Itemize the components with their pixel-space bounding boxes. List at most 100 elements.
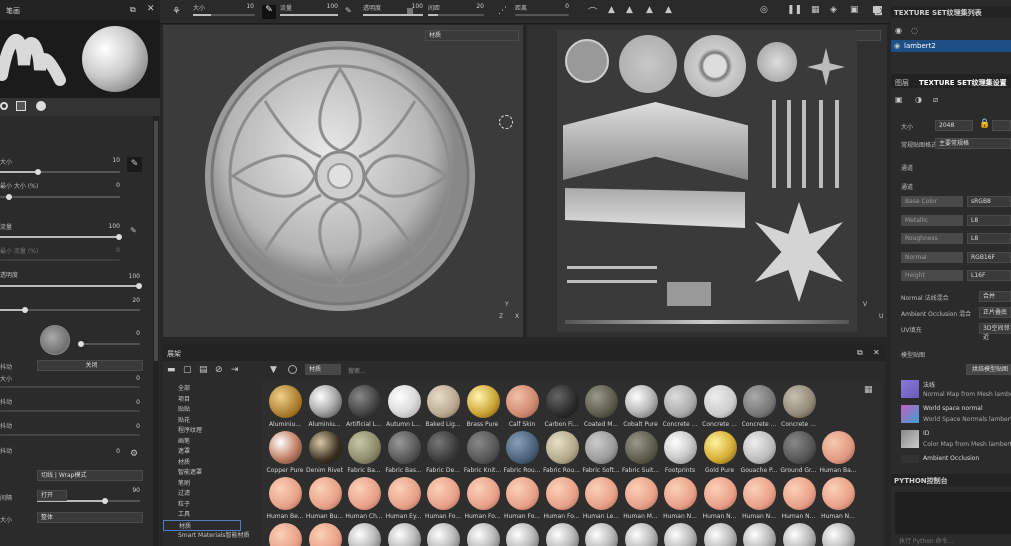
panel-undock-icon[interactable]: ⧉ bbox=[130, 5, 136, 15]
min-size-slider[interactable] bbox=[0, 194, 120, 200]
tb-dist-value[interactable]: 0 bbox=[555, 3, 569, 10]
shelf-close-icon[interactable]: ✕ bbox=[873, 348, 880, 357]
normal-format-select[interactable]: 主要常规格 bbox=[935, 138, 1011, 149]
material-thumbnail[interactable] bbox=[624, 523, 658, 546]
material-thumbnail[interactable] bbox=[743, 523, 776, 546]
mesh-map-swatch[interactable] bbox=[901, 455, 919, 463]
opacity-slider[interactable] bbox=[0, 283, 142, 289]
material-thumbnail[interactable] bbox=[506, 477, 539, 510]
gear-icon[interactable]: ⚙ bbox=[130, 449, 138, 459]
tb-size-slider[interactable] bbox=[193, 14, 255, 16]
shelf-tree-item[interactable]: 项目 bbox=[178, 394, 190, 403]
p3-value[interactable]: 0 bbox=[100, 448, 120, 455]
shelf-tree-item[interactable]: 材质 bbox=[178, 457, 190, 466]
min-size-value[interactable]: 0 bbox=[100, 182, 120, 189]
shelf-tree-item[interactable]: 工具 bbox=[178, 509, 190, 518]
material-thumbnail[interactable] bbox=[387, 477, 421, 510]
material-thumbnail[interactable] bbox=[466, 523, 500, 546]
tb-layout-icon[interactable]: ▦ bbox=[811, 5, 820, 15]
viewport-3d[interactable]: 材质 Y Z X bbox=[163, 25, 523, 337]
channel-format-select[interactable]: sRGB8 bbox=[967, 196, 1011, 207]
material-thumbnail[interactable] bbox=[703, 385, 737, 418]
tb-curve-icon[interactable]: ⌒ bbox=[588, 5, 597, 18]
material-thumbnail[interactable] bbox=[348, 477, 381, 510]
tab-texture-set-settings[interactable]: TEXTURE SET纹理集设置 bbox=[919, 78, 1007, 88]
channel-name[interactable]: Height bbox=[901, 270, 963, 281]
pen-pressure-icon[interactable]: ✎ bbox=[127, 157, 142, 172]
material-thumbnail[interactable] bbox=[506, 523, 539, 546]
material-thumbnail[interactable] bbox=[743, 431, 776, 464]
material-thumbnail[interactable] bbox=[348, 523, 381, 546]
channel-format-select[interactable]: L8 bbox=[967, 233, 1011, 244]
new-folder-icon[interactable]: ▢ bbox=[183, 365, 192, 375]
size2-value[interactable]: 0 bbox=[120, 375, 140, 382]
material-thumbnail[interactable] bbox=[624, 385, 658, 418]
tb-lazy-icon[interactable]: ⋰ bbox=[498, 6, 507, 16]
tb-visibility-icon[interactable]: ◎ bbox=[760, 5, 768, 15]
tb-spacing-value[interactable]: 20 bbox=[470, 3, 484, 10]
material-thumbnail[interactable] bbox=[743, 385, 776, 418]
shelf-tree-item[interactable]: 全部 bbox=[178, 383, 190, 392]
material-thumbnail[interactable] bbox=[269, 431, 302, 464]
mesh-map-swatch[interactable] bbox=[901, 430, 919, 448]
uv-padding-select[interactable]: 3D空间邻近 bbox=[979, 323, 1011, 341]
jitter-toggle[interactable]: 关闭 bbox=[37, 360, 143, 371]
material-tab-icon[interactable] bbox=[36, 101, 46, 111]
p1-slider[interactable] bbox=[0, 410, 140, 412]
angle-value[interactable]: 0 bbox=[120, 330, 140, 337]
eye-icon[interactable]: ◉ bbox=[895, 26, 902, 35]
shelf-tree-item[interactable]: 画笔 bbox=[178, 436, 190, 445]
material-thumbnail[interactable] bbox=[506, 431, 539, 464]
material-thumbnail[interactable] bbox=[822, 477, 855, 510]
material-thumbnail[interactable] bbox=[387, 431, 421, 464]
grid-view-icon[interactable]: ▦ bbox=[864, 385, 873, 395]
size-value[interactable]: 10 bbox=[100, 157, 120, 164]
material-thumbnail[interactable] bbox=[387, 385, 421, 418]
tb-camera-view-icon[interactable]: ▣ bbox=[850, 5, 859, 15]
material-thumbnail[interactable] bbox=[585, 523, 618, 546]
material-thumbnail[interactable] bbox=[269, 477, 302, 510]
channel-format-select[interactable]: L8 bbox=[967, 214, 1011, 226]
material-thumbnail[interactable] bbox=[703, 431, 737, 464]
material-thumbnail[interactable] bbox=[348, 385, 381, 418]
material-thumbnail[interactable] bbox=[624, 477, 658, 510]
refresh-icon[interactable] bbox=[288, 365, 297, 374]
material-thumbnail[interactable] bbox=[427, 523, 460, 546]
p1-value[interactable]: 0 bbox=[120, 399, 140, 406]
material-thumbnail[interactable] bbox=[506, 385, 539, 418]
material-thumbnail[interactable] bbox=[782, 477, 816, 510]
hide-icon[interactable]: ⊘ bbox=[215, 365, 223, 375]
material-thumbnail[interactable] bbox=[664, 477, 697, 510]
material-thumbnail[interactable] bbox=[308, 477, 342, 510]
tb-dist-slider[interactable] bbox=[515, 14, 569, 16]
material-thumbnail[interactable] bbox=[269, 385, 302, 418]
tb-project-icon[interactable]: ▲ bbox=[646, 5, 653, 15]
shelf-tree-item[interactable]: 过滤 bbox=[178, 488, 190, 497]
tb-pen-icon[interactable]: ✎ bbox=[262, 5, 276, 19]
material-thumbnail[interactable] bbox=[664, 385, 697, 418]
tb-cube-icon[interactable]: ◈ bbox=[830, 5, 837, 15]
ao-mix-select[interactable]: 正片叠底 bbox=[979, 307, 1011, 318]
material-thumbnail[interactable] bbox=[822, 523, 855, 546]
flow-pen-icon[interactable]: ✎ bbox=[130, 226, 137, 235]
material-thumbnail[interactable] bbox=[545, 477, 579, 510]
shelf-undock-icon[interactable]: ⧉ bbox=[857, 348, 863, 358]
material-thumbnail[interactable] bbox=[427, 477, 460, 510]
tb-flow-value[interactable]: 100 bbox=[320, 3, 338, 10]
channel-name[interactable]: Base Color bbox=[901, 196, 963, 207]
import-icon[interactable]: ⇥ bbox=[231, 365, 239, 375]
shelf-tree-item[interactable]: 笔刷 bbox=[178, 478, 190, 487]
material-thumbnail[interactable] bbox=[664, 523, 697, 546]
shelf-search-input[interactable]: 搜索... bbox=[348, 366, 366, 375]
tb-alpha-slider[interactable] bbox=[363, 14, 423, 16]
material-thumbnail[interactable] bbox=[585, 431, 618, 464]
brush-panel-scrollbar[interactable] bbox=[153, 116, 159, 546]
shelf-filter-chip[interactable]: 材质 bbox=[305, 364, 341, 375]
tb-flow-pen-icon[interactable]: ✎ bbox=[345, 6, 352, 15]
material-thumbnail[interactable] bbox=[427, 385, 460, 418]
material-thumbnail[interactable] bbox=[585, 385, 618, 418]
lock-icon[interactable]: 🔒 bbox=[979, 119, 990, 129]
channel-format-select[interactable]: L16F bbox=[967, 270, 1011, 281]
material-thumbnail[interactable] bbox=[585, 477, 618, 510]
spacing-value[interactable]: 20 bbox=[120, 297, 140, 304]
